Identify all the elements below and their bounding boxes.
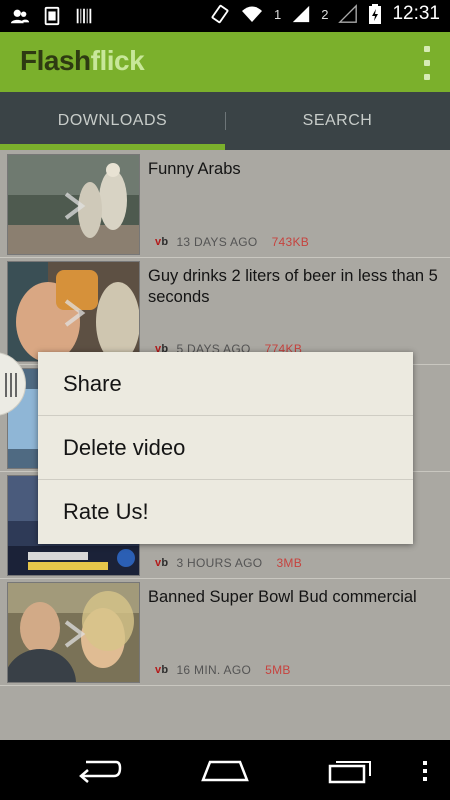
recent-apps-icon[interactable] xyxy=(328,756,374,784)
play-icon xyxy=(64,192,86,220)
menu-item-rate-us-label: Rate Us! xyxy=(63,499,149,524)
signal-2-label: 2 xyxy=(321,6,329,22)
status-bar: 1 2 12:31 xyxy=(0,0,450,32)
rotate-icon xyxy=(211,4,229,24)
vb-source-icon: vb xyxy=(155,664,169,676)
clock: 12:31 xyxy=(392,3,440,24)
list-item[interactable]: Guy drinks 2 liters of beer in less than… xyxy=(0,259,450,365)
video-age: 16 MIN. AGO xyxy=(176,663,252,677)
vb-source-icon: vb xyxy=(155,557,169,569)
tab-search-label: SEARCH xyxy=(302,112,373,129)
app-title-part1: Flash xyxy=(20,45,91,76)
app-title: Flashflick xyxy=(20,45,145,77)
menu-item-rate-us[interactable]: Rate Us! xyxy=(38,480,413,544)
video-title: Guy drinks 2 liters of beer in less than… xyxy=(148,267,438,306)
action-bar: Flashflick xyxy=(0,32,450,92)
video-title: Funny Arabs xyxy=(148,160,241,178)
video-size: 5MB xyxy=(265,663,291,677)
video-meta: vb 3 HOURS AGO 3MB xyxy=(155,556,302,570)
navigation-bar xyxy=(0,740,450,800)
tab-search[interactable]: SEARCH xyxy=(225,92,450,150)
app-title-part2: flick xyxy=(90,45,145,76)
home-icon[interactable] xyxy=(200,756,250,784)
wifi-icon xyxy=(241,6,262,22)
overflow-dot-icon xyxy=(424,46,430,52)
battery-icon xyxy=(369,4,382,24)
vb-source-icon: vb xyxy=(155,236,169,248)
sim-card-icon xyxy=(44,6,60,26)
menu-item-share-label: Share xyxy=(63,370,122,396)
video-thumbnail[interactable] xyxy=(7,261,140,362)
video-meta: vb 16 MIN. AGO 5MB xyxy=(155,663,291,677)
play-icon xyxy=(64,299,86,327)
menu-item-delete-video[interactable]: Delete video xyxy=(38,416,413,480)
tab-downloads[interactable]: DOWNLOADS xyxy=(0,92,225,150)
context-menu: Share Delete video Rate Us! xyxy=(38,352,413,544)
menu-item-share[interactable]: Share xyxy=(38,352,413,416)
video-size: 743KB xyxy=(271,235,310,249)
video-meta: vb 13 DAYS AGO 743KB xyxy=(155,235,309,249)
tab-bar: DOWNLOADS SEARCH xyxy=(0,92,450,150)
signal-blocked-icon xyxy=(338,4,358,23)
back-icon[interactable] xyxy=(76,756,122,784)
overflow-menu-button[interactable] xyxy=(418,46,436,80)
list-item[interactable]: Funny Arabs vb 13 DAYS AGO 743KB xyxy=(0,152,450,258)
video-thumbnail[interactable] xyxy=(7,582,140,683)
menu-item-delete-video-label: Delete video xyxy=(63,434,186,460)
tab-downloads-label: DOWNLOADS xyxy=(57,112,168,129)
video-size: 3MB xyxy=(276,556,303,570)
video-title: Banned Super Bowl Bud commercial xyxy=(148,588,417,606)
list-item[interactable]: Banned Super Bowl Bud commercial vb 16 M… xyxy=(0,580,450,686)
video-age: 3 HOURS AGO xyxy=(176,556,263,570)
menu-icon[interactable] xyxy=(421,760,429,782)
overflow-dot-icon xyxy=(424,60,430,66)
video-thumbnail[interactable] xyxy=(7,154,140,255)
overflow-dot-icon xyxy=(424,74,430,80)
video-age: 13 DAYS AGO xyxy=(176,235,258,249)
barcode-icon xyxy=(76,8,92,24)
signal-1-label: 1 xyxy=(273,6,282,22)
contacts-icon xyxy=(10,9,30,24)
signal-icon xyxy=(293,5,310,23)
play-icon xyxy=(64,620,86,648)
